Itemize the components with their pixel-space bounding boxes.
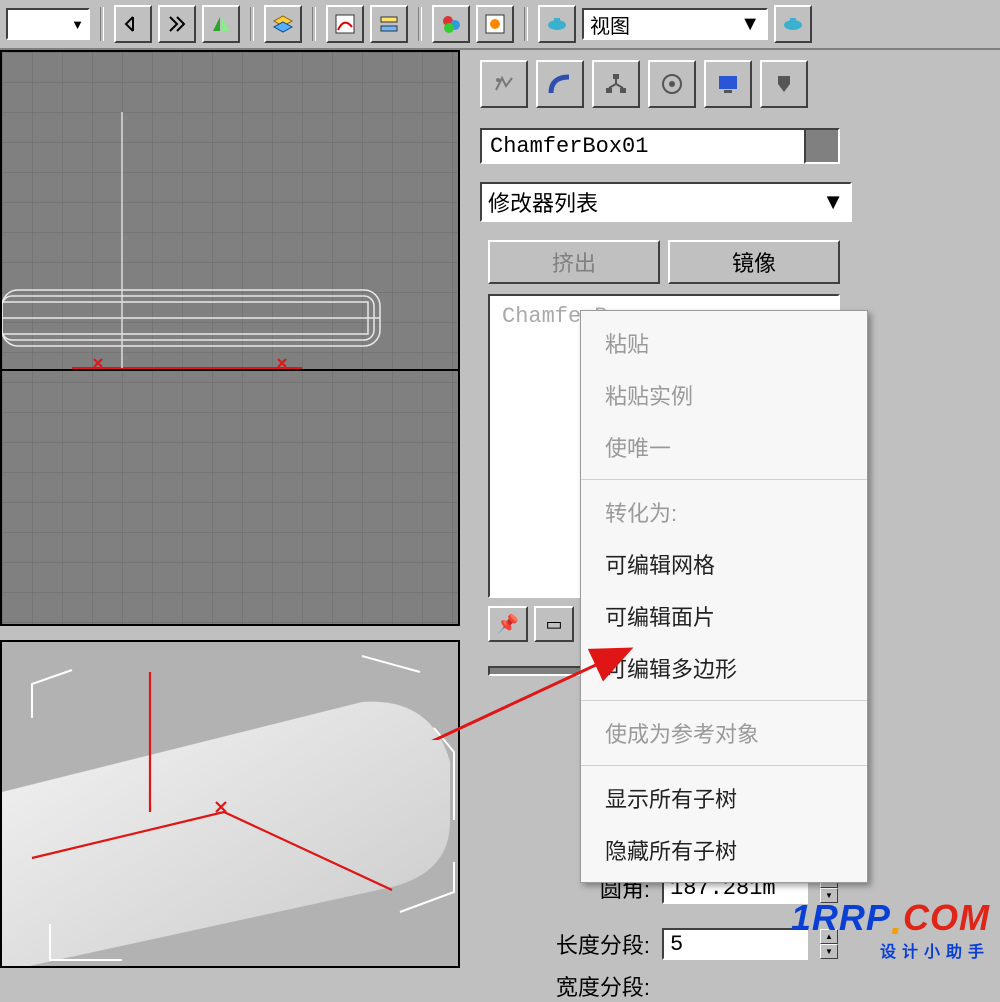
object-name-field[interactable]: ChamferBox01 — [480, 128, 810, 164]
menu-separator — [581, 700, 867, 701]
context-menu: 粘贴 粘贴实例 使唯一 转化为: 可编辑网格 可编辑面片 可编辑多边形 使成为参… — [580, 310, 868, 883]
command-panel-tabs — [480, 60, 808, 108]
menu-editable-poly[interactable]: 可编辑多边形 — [581, 642, 867, 694]
modifier-list-label: 修改器列表 — [488, 186, 598, 218]
render-view-combo[interactable]: 视图 ▼ — [582, 8, 768, 40]
pin-stack-icon[interactable]: 📌 — [488, 606, 528, 642]
layers-icon[interactable] — [264, 5, 302, 43]
modify-tab-icon[interactable] — [536, 60, 584, 108]
main-toolbar: ▼ 视图 ▼ — [0, 0, 1000, 50]
render-last-icon[interactable] — [538, 5, 576, 43]
param-lenseg-label: 长度分段: — [520, 928, 650, 960]
modifier-list-combo[interactable]: 修改器列表 ▼ — [480, 182, 852, 222]
menu-separator — [581, 479, 867, 480]
material-editor-icon[interactable] — [432, 5, 470, 43]
mirror-button[interactable]: 镜像 — [668, 240, 840, 284]
extrude-label: 挤出 — [552, 246, 596, 278]
param-lenseg-value[interactable]: 5 — [662, 928, 808, 960]
display-tab-icon[interactable] — [704, 60, 752, 108]
menu-paste-instance[interactable]: 粘贴实例 — [581, 369, 867, 421]
menu-paste[interactable]: 粘贴 — [581, 317, 867, 369]
watermark-sub: 设计小助手 — [791, 938, 990, 962]
snap-prev-icon[interactable] — [114, 5, 152, 43]
toolbar-separator — [100, 7, 104, 41]
param-widseg-label: 宽度分段: — [520, 970, 650, 1002]
menu-editable-mesh[interactable]: 可编辑网格 — [581, 538, 867, 590]
utilities-tab-icon[interactable] — [760, 60, 808, 108]
menu-show-subtree[interactable]: 显示所有子树 — [581, 772, 867, 824]
create-tab-icon[interactable] — [480, 60, 528, 108]
extrude-button[interactable]: 挤出 — [488, 240, 660, 284]
object-color-swatch[interactable] — [804, 128, 840, 164]
menu-convert-header: 转化为: — [581, 486, 867, 538]
render-setup-icon[interactable] — [476, 5, 514, 43]
viewport-orthographic[interactable] — [0, 50, 460, 626]
mirror-label: 镜像 — [732, 246, 776, 278]
object-name-text: ChamferBox01 — [490, 134, 648, 159]
menu-separator — [581, 765, 867, 766]
watermark-brand2: COM — [903, 897, 990, 938]
hierarchy-tab-icon[interactable] — [592, 60, 640, 108]
toolbar-separator — [250, 7, 254, 41]
toolbar-separator — [312, 7, 316, 41]
menu-make-reference[interactable]: 使成为参考对象 — [581, 707, 867, 759]
watermark: 1RRP.COM 设计小助手 — [791, 897, 990, 962]
curve-editor-icon[interactable] — [326, 5, 364, 43]
menu-make-unique[interactable]: 使唯一 — [581, 421, 867, 473]
quick-render-icon[interactable] — [774, 5, 812, 43]
mirror-icon[interactable] — [202, 5, 240, 43]
menu-editable-patch[interactable]: 可编辑面片 — [581, 590, 867, 642]
schematic-view-icon[interactable] — [370, 5, 408, 43]
stack-tool-icon[interactable]: ▭ — [534, 606, 574, 642]
toolbar-combo-1[interactable]: ▼ — [6, 8, 90, 40]
param-widseg-row: 宽度分段: — [520, 970, 650, 1002]
chevron-down-icon: ▼ — [822, 189, 844, 215]
toolbar-separator — [418, 7, 422, 41]
chevron-down-icon: ▼ — [740, 13, 760, 36]
viewport-perspective[interactable] — [0, 640, 460, 968]
motion-tab-icon[interactable] — [648, 60, 696, 108]
menu-hide-subtree[interactable]: 隐藏所有子树 — [581, 824, 867, 876]
toolbar-separator — [524, 7, 528, 41]
snap-next-icon[interactable] — [158, 5, 196, 43]
watermark-brand1: 1RRP — [791, 897, 891, 938]
render-view-label: 视图 — [590, 10, 630, 39]
